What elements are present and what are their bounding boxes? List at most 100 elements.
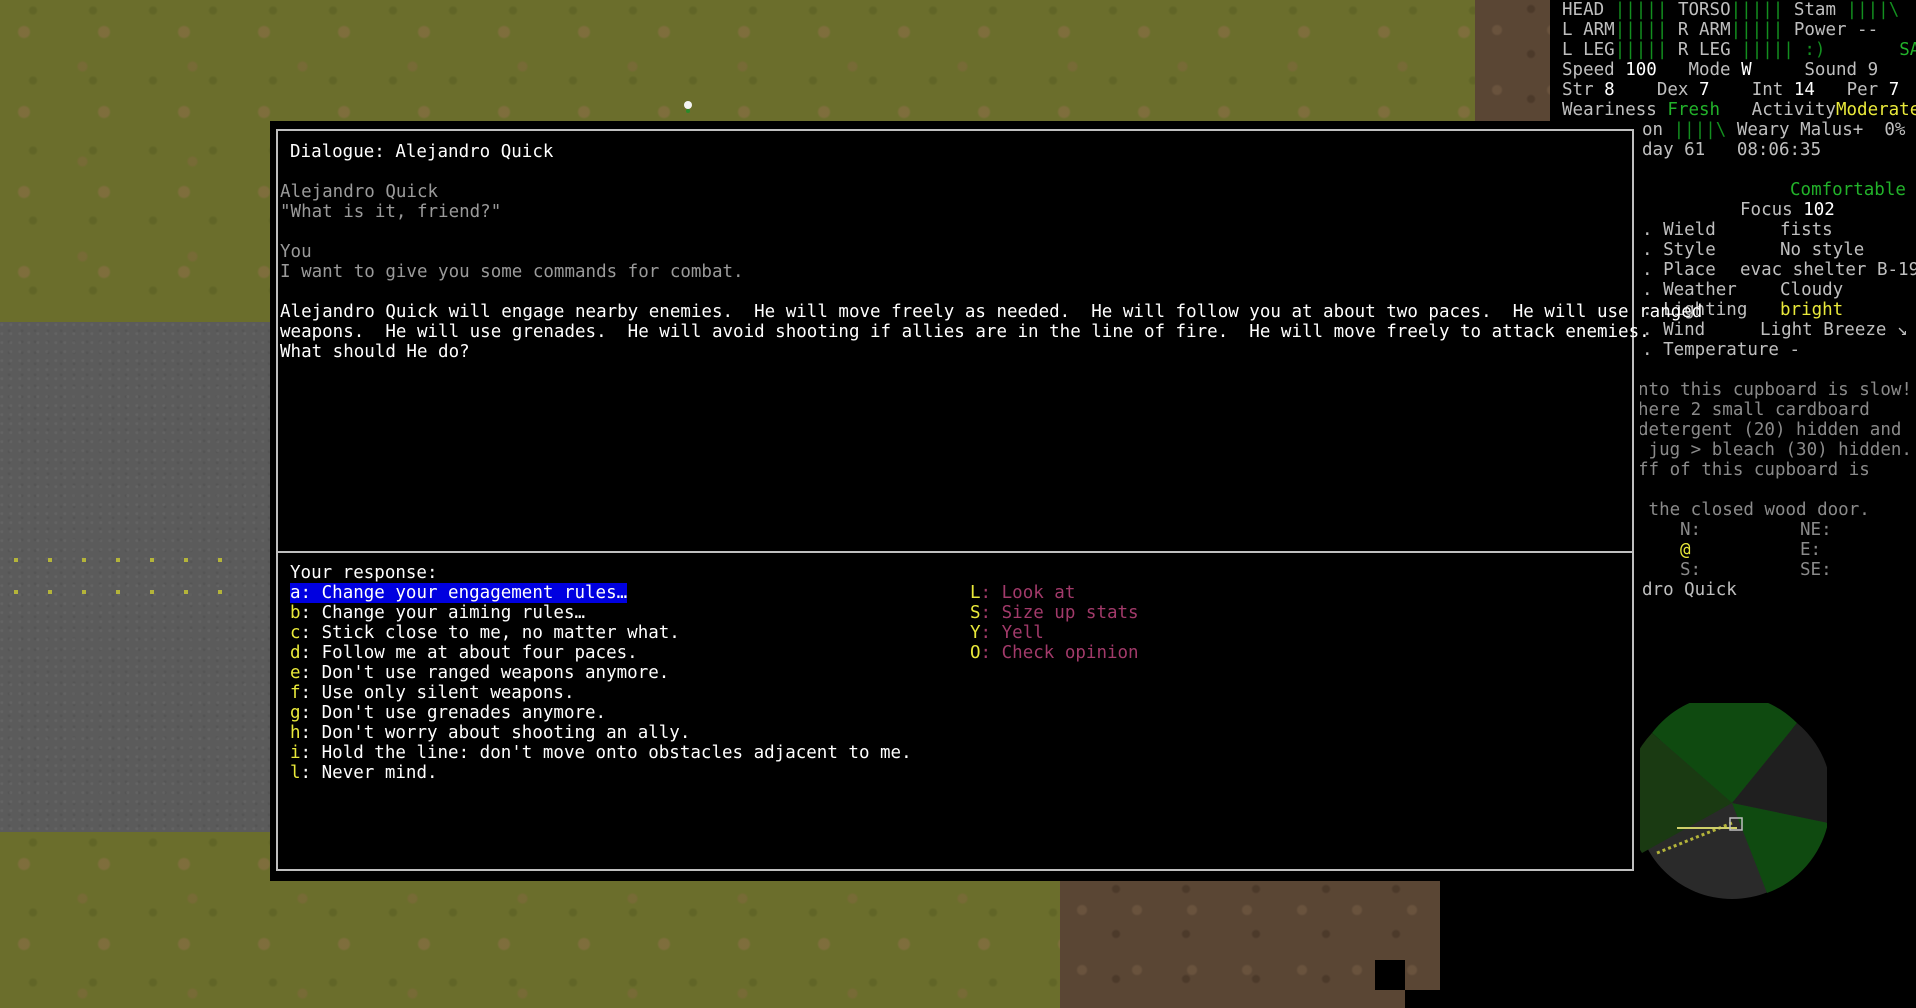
unseen-tile bbox=[1405, 990, 1450, 1008]
comfort-status: Comfortable bbox=[1790, 180, 1906, 200]
head-label: HEAD bbox=[1562, 0, 1605, 20]
response-option[interactable]: g: Don't use grenades anymore. bbox=[290, 703, 912, 723]
message-log-line: jug > bleach (30) hidden. bbox=[1638, 440, 1912, 460]
response-option[interactable]: i: Hold the line: don't move onto obstac… bbox=[290, 743, 912, 763]
move-mode-value: W bbox=[1741, 60, 1752, 80]
wield-label: . Wield bbox=[1642, 220, 1716, 240]
dialogue-line-blank bbox=[280, 282, 1630, 302]
response-text: : Change your engagement rules… bbox=[300, 583, 628, 603]
power-status: Power -- bbox=[1793, 20, 1879, 40]
flower-icon bbox=[684, 101, 692, 109]
safe-mode-indicator: SAFE bbox=[1899, 40, 1916, 60]
response-hotkey: a bbox=[290, 583, 301, 603]
response-row: e: Don't use ranged weapons anymore. bbox=[290, 663, 912, 683]
int-value: 14 bbox=[1793, 80, 1815, 100]
activity-label: Activity bbox=[1751, 100, 1836, 120]
response-option[interactable]: b: Change your aiming rules… bbox=[290, 603, 912, 623]
response-hotkey: i bbox=[290, 743, 301, 763]
action-option[interactable]: Y: Yell bbox=[970, 623, 1139, 643]
mood-icon: :) bbox=[1804, 40, 1826, 60]
message-log-line: ff of this cupboard is bbox=[1638, 460, 1870, 480]
response-row: f: Use only silent weapons. bbox=[290, 683, 912, 703]
dex-value: 7 bbox=[1699, 80, 1710, 100]
response-option[interactable]: a: Change your engagement rules… bbox=[290, 583, 628, 603]
right-arm-label: R ARM bbox=[1677, 20, 1731, 40]
dialogue-line-narr: weapons. He will use grenades. He will a… bbox=[280, 322, 1650, 342]
dialogue-line-narr: Alejandro Quick will engage nearby enemi… bbox=[280, 302, 1703, 322]
response-text: : Don't use ranged weapons anymore. bbox=[300, 663, 670, 683]
npc-name: dro Quick bbox=[1642, 580, 1737, 600]
action-option[interactable]: L: Look at bbox=[970, 583, 1139, 603]
dialogue-line-speaker: Alejandro Quick bbox=[280, 182, 439, 202]
focus-row: Focus 102 bbox=[1740, 200, 1835, 220]
sound-level: Sound 9 bbox=[1804, 60, 1879, 80]
action-text: : Yell bbox=[980, 623, 1044, 643]
response-text: : Don't worry about shooting an ally. bbox=[300, 723, 691, 743]
response-hotkey: g bbox=[290, 703, 301, 723]
response-text: : Change your aiming rules… bbox=[300, 603, 586, 623]
response-row: d: Follow me at about four paces. bbox=[290, 643, 912, 663]
dialogue-log: Alejandro Quick "What is it, friend?" You I… bbox=[280, 182, 1703, 362]
dialogue-title: Dialogue: Alejandro Quick bbox=[290, 142, 554, 162]
move-mode-label: Mode bbox=[1688, 60, 1731, 80]
stamina-bar: ||||\ bbox=[1846, 0, 1900, 20]
left-arm-health-bar: ||||| bbox=[1614, 20, 1668, 40]
minimap bbox=[1637, 703, 1827, 899]
response-option[interactable]: l: Never mind. bbox=[290, 763, 912, 783]
action-hotkey: O bbox=[970, 643, 981, 663]
message-log-line: nto this cupboard is slow! bbox=[1638, 380, 1912, 400]
unseen-tile bbox=[1375, 960, 1405, 990]
style-label: . Style bbox=[1642, 240, 1716, 260]
left-arm-label: L ARM bbox=[1562, 20, 1615, 40]
player-position-icon: @ bbox=[1680, 540, 1691, 560]
response-option[interactable]: c: Stick close to me, no matter what. bbox=[290, 623, 912, 643]
action-hotkey: L bbox=[970, 583, 981, 603]
response-text: : Follow me at about four paces. bbox=[300, 643, 638, 663]
action-option[interactable]: S: Size up stats bbox=[970, 603, 1139, 623]
weariness-label: Weariness bbox=[1562, 100, 1657, 120]
road-terrain bbox=[0, 322, 290, 832]
action-list: L: Look at S: Size up stats Y: Yell O: Chec… bbox=[970, 583, 1139, 663]
stamina-label: Stam bbox=[1793, 0, 1837, 20]
response-option[interactable]: h: Don't worry about shooting an ally. bbox=[290, 723, 912, 743]
response-label: Your response: bbox=[290, 563, 438, 583]
response-option[interactable]: e: Don't use ranged weapons anymore. bbox=[290, 663, 912, 683]
weariness-value: Fresh bbox=[1667, 100, 1721, 120]
response-row: g: Don't use grenades anymore. bbox=[290, 703, 912, 723]
speed-row: Speed 100 Mode W Sound 9 bbox=[1562, 60, 1878, 80]
place-label: . Place bbox=[1642, 260, 1716, 280]
weariness-row: Weariness Fresh ActivityModerate bbox=[1562, 100, 1916, 120]
dialogue-window: Dialogue: Alejandro Quick Alejandro Quic… bbox=[276, 129, 1703, 871]
dialogue-line-speech: I want to give you some commands for com… bbox=[280, 262, 744, 282]
unseen-tile bbox=[1440, 880, 1550, 1008]
time-of-day: 08:06:35 bbox=[1736, 140, 1822, 160]
action-text: : Look at bbox=[980, 583, 1076, 603]
dialogue-line-blank bbox=[280, 222, 1630, 242]
body-status-row-3: L LEG||||| R LEG ||||| :) SAFE bbox=[1562, 40, 1916, 60]
compass-northeast: NE: bbox=[1800, 520, 1832, 540]
action-option[interactable]: O: Check opinion bbox=[970, 643, 1139, 663]
wind-label: . Wind bbox=[1642, 320, 1706, 340]
compass-north: N: bbox=[1680, 520, 1702, 540]
response-hotkey: b bbox=[290, 603, 301, 623]
right-leg-label: R LEG bbox=[1677, 40, 1731, 60]
wield-value: fists bbox=[1780, 220, 1833, 240]
response-option[interactable]: f: Use only silent weapons. bbox=[290, 683, 912, 703]
response-hotkey: c bbox=[290, 623, 301, 643]
compass-east: E: bbox=[1800, 540, 1822, 560]
response-text: : Use only silent weapons. bbox=[300, 683, 575, 703]
response-hotkey: f bbox=[290, 683, 301, 703]
response-text: : Stick close to me, no matter what. bbox=[300, 623, 680, 643]
torso-health-bar: ||||| bbox=[1730, 0, 1784, 20]
left-leg-label: L LEG bbox=[1562, 40, 1615, 60]
focus-value: 102 bbox=[1803, 200, 1835, 220]
response-option[interactable]: d: Follow me at about four paces. bbox=[290, 643, 912, 663]
weather-label: . Weather bbox=[1642, 280, 1737, 300]
right-arm-health-bar: ||||| bbox=[1730, 20, 1784, 40]
response-hotkey: e bbox=[290, 663, 301, 683]
lighting-value: bright bbox=[1780, 300, 1844, 320]
str-label: Str bbox=[1562, 80, 1594, 100]
response-hotkey: l bbox=[290, 763, 301, 783]
wind-value: Light Breeze ↘ bbox=[1760, 320, 1908, 340]
dialogue-line-speaker: You bbox=[280, 242, 312, 262]
